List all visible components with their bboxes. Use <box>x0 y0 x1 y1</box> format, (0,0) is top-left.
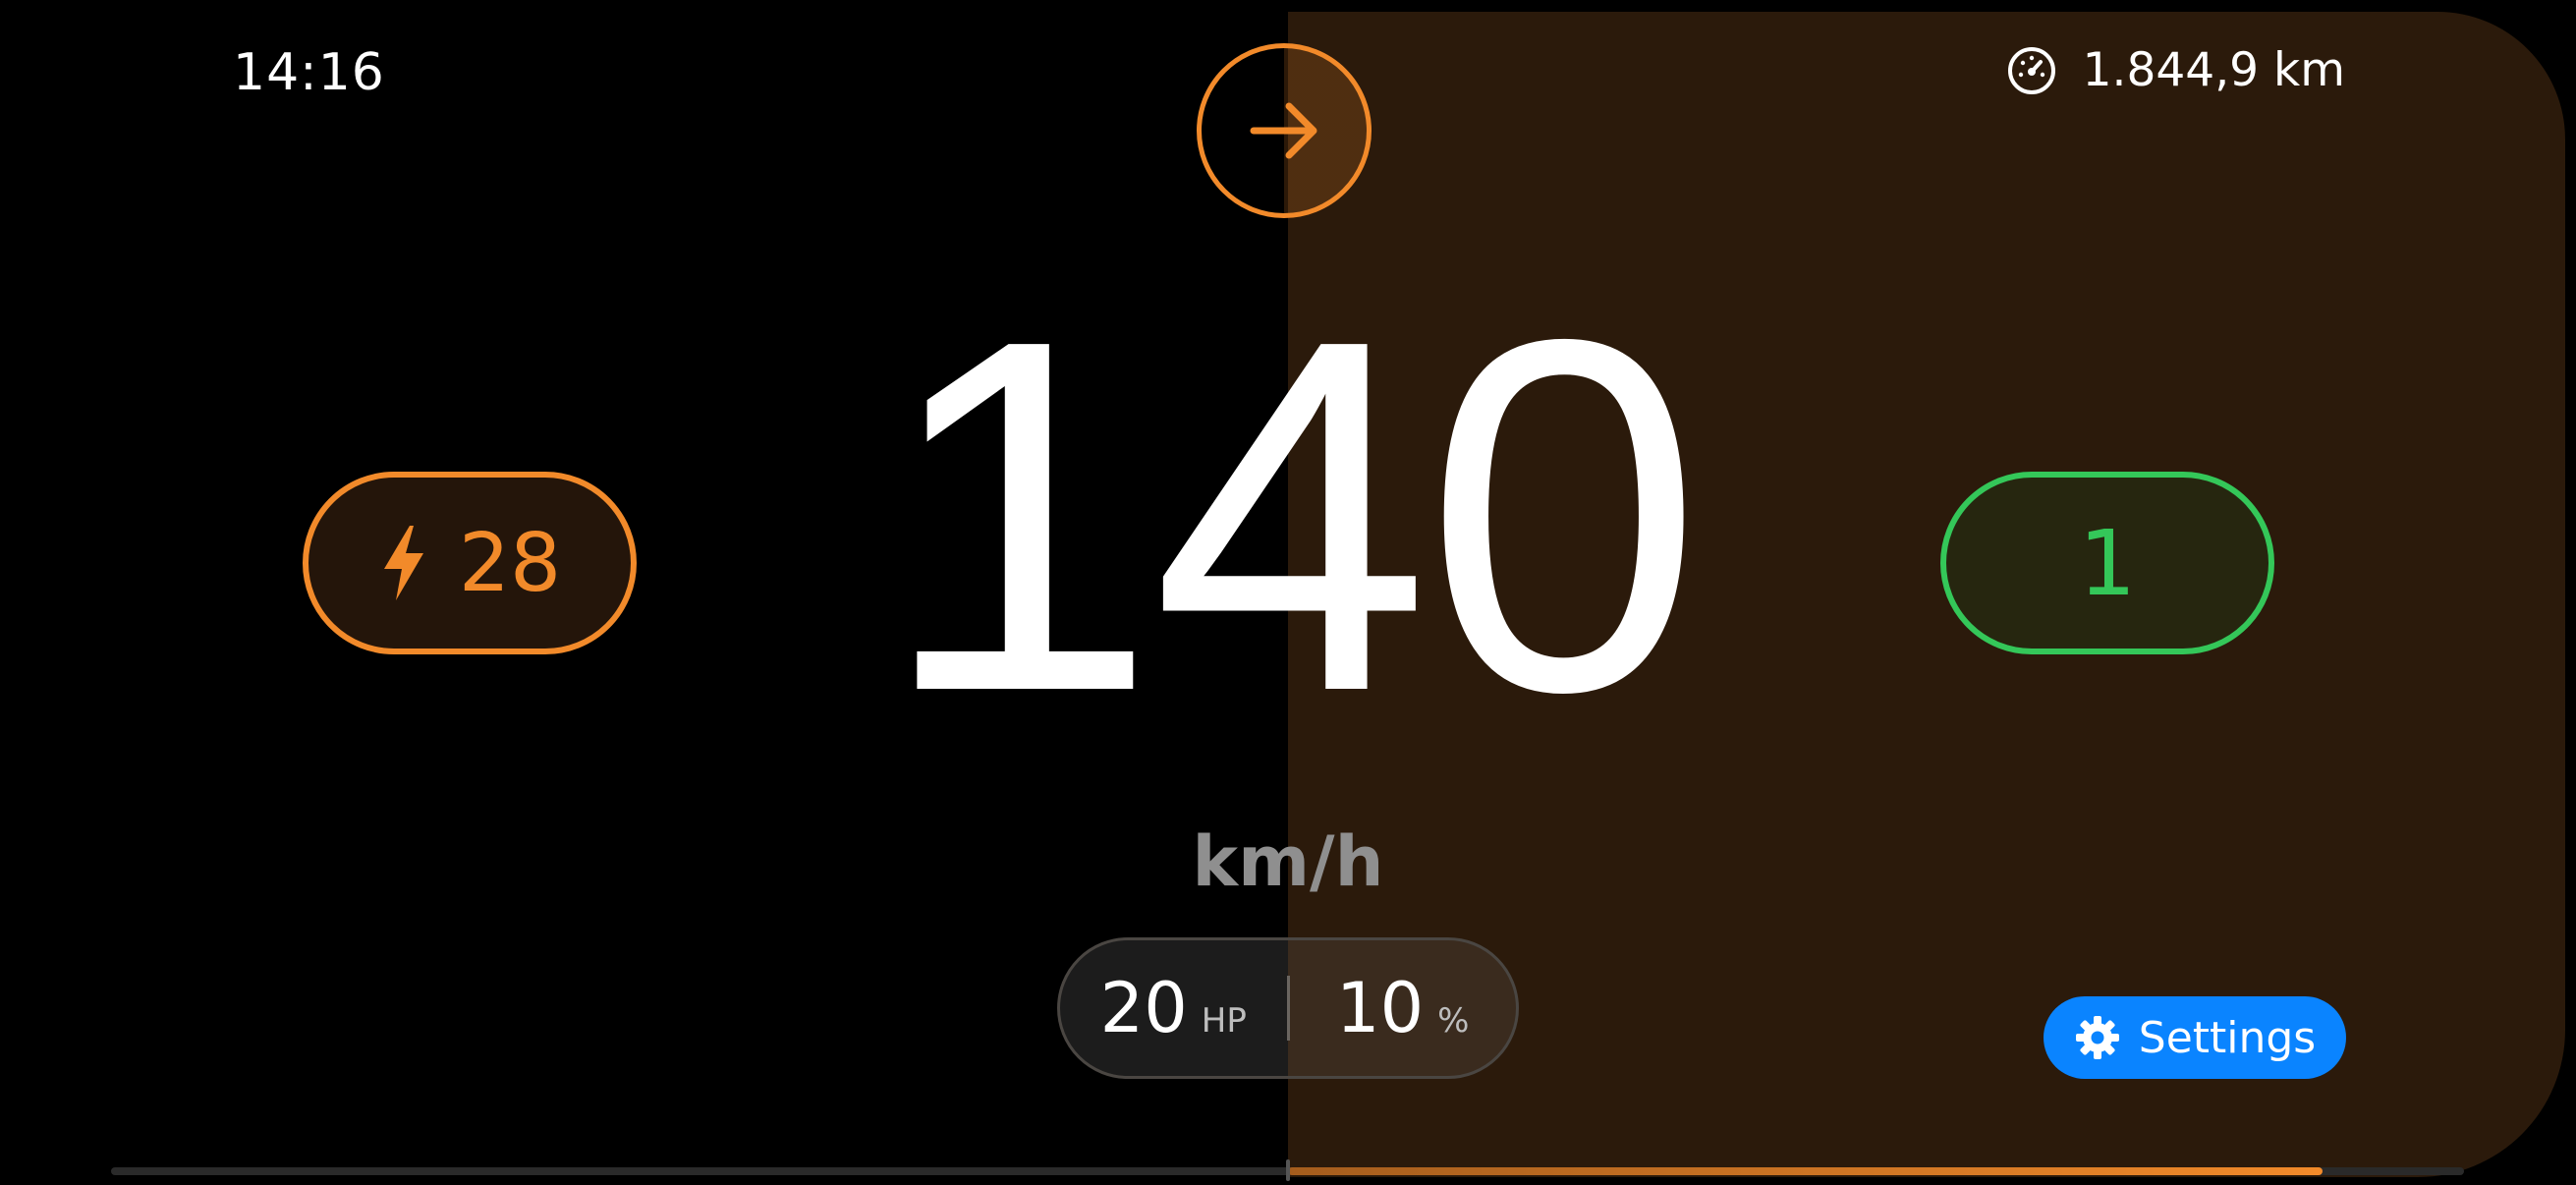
horsepower-value: 20 <box>1099 968 1188 1048</box>
horsepower-unit: HP <box>1201 1001 1247 1041</box>
dashboard-screen: 14:16 1.844,9 km 140 km/h 28 1 20 HP 10 … <box>0 0 2576 1185</box>
power-value: 28 <box>458 516 562 610</box>
percent-value: 10 <box>1336 968 1425 1048</box>
clock-time: 14:16 <box>233 43 385 102</box>
odometer-value: 1.844,9 km <box>2082 43 2345 97</box>
power-indicator: 28 <box>303 472 637 654</box>
direction-button[interactable] <box>1197 43 1372 218</box>
horsepower-stat: 20 HP <box>1060 968 1287 1048</box>
gear-icon <box>2074 1014 2121 1061</box>
stats-pill: 20 HP 10 % <box>1057 937 1519 1079</box>
gear-value: 1 <box>2078 510 2137 616</box>
bolt-icon <box>378 524 429 602</box>
gear-indicator: 1 <box>1940 472 2274 654</box>
speed-unit: km/h <box>1192 821 1384 902</box>
throttle-bar-fill <box>1287 1167 2324 1175</box>
speedometer-icon <box>2006 45 2057 96</box>
settings-button[interactable]: Settings <box>2044 996 2346 1079</box>
percent-unit: % <box>1437 1001 1470 1041</box>
odometer: 1.844,9 km <box>2006 43 2345 97</box>
percent-stat: 10 % <box>1290 968 1517 1048</box>
throttle-center-marker <box>1286 1159 1290 1181</box>
arrow-right-icon <box>1244 90 1324 171</box>
settings-label: Settings <box>2138 1012 2317 1063</box>
